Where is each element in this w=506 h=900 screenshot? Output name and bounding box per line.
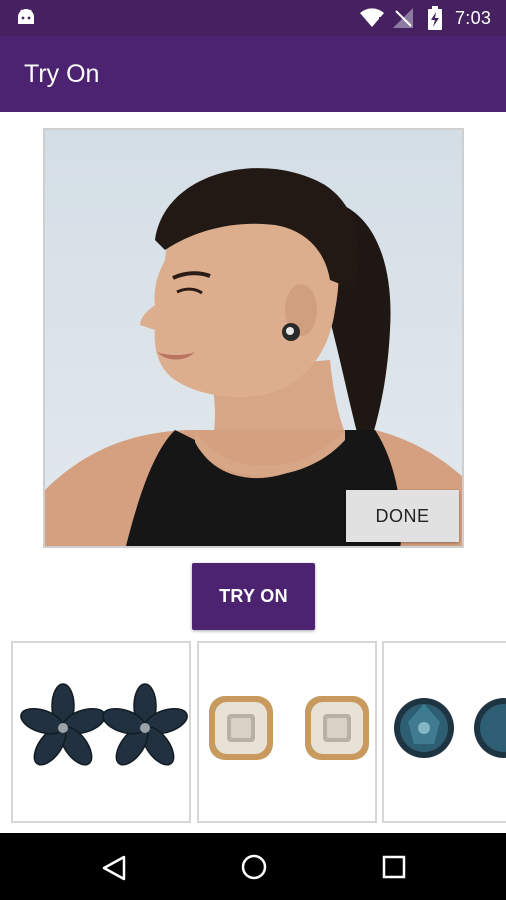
try-on-preview [43, 128, 464, 548]
status-bar: 7:03 [0, 0, 506, 36]
try-on-button[interactable]: TRY ON [192, 563, 315, 630]
product-item-flower-earrings[interactable] [11, 641, 191, 823]
square-gold-earrings-icon [209, 696, 369, 760]
product-item-square-earrings[interactable] [197, 641, 377, 823]
product-carousel[interactable] [0, 640, 506, 825]
flower-earrings-icon [20, 683, 188, 766]
navigation-bar [0, 833, 506, 900]
page-title: Try On [24, 60, 100, 88]
round-blue-stud-icon [394, 698, 506, 758]
home-icon[interactable] [240, 853, 268, 881]
android-icon [18, 9, 34, 24]
status-time: 7:03 [455, 8, 492, 28]
battery-charging-icon [428, 6, 442, 30]
recents-icon[interactable] [382, 855, 406, 879]
no-signal-icon [393, 8, 413, 28]
back-icon[interactable] [102, 855, 126, 881]
done-button[interactable]: DONE [346, 490, 459, 542]
app-bar: Try On [0, 36, 506, 112]
wifi-icon [360, 8, 384, 28]
woman-profile-image [45, 130, 462, 546]
product-item-round-stud[interactable] [382, 641, 506, 823]
